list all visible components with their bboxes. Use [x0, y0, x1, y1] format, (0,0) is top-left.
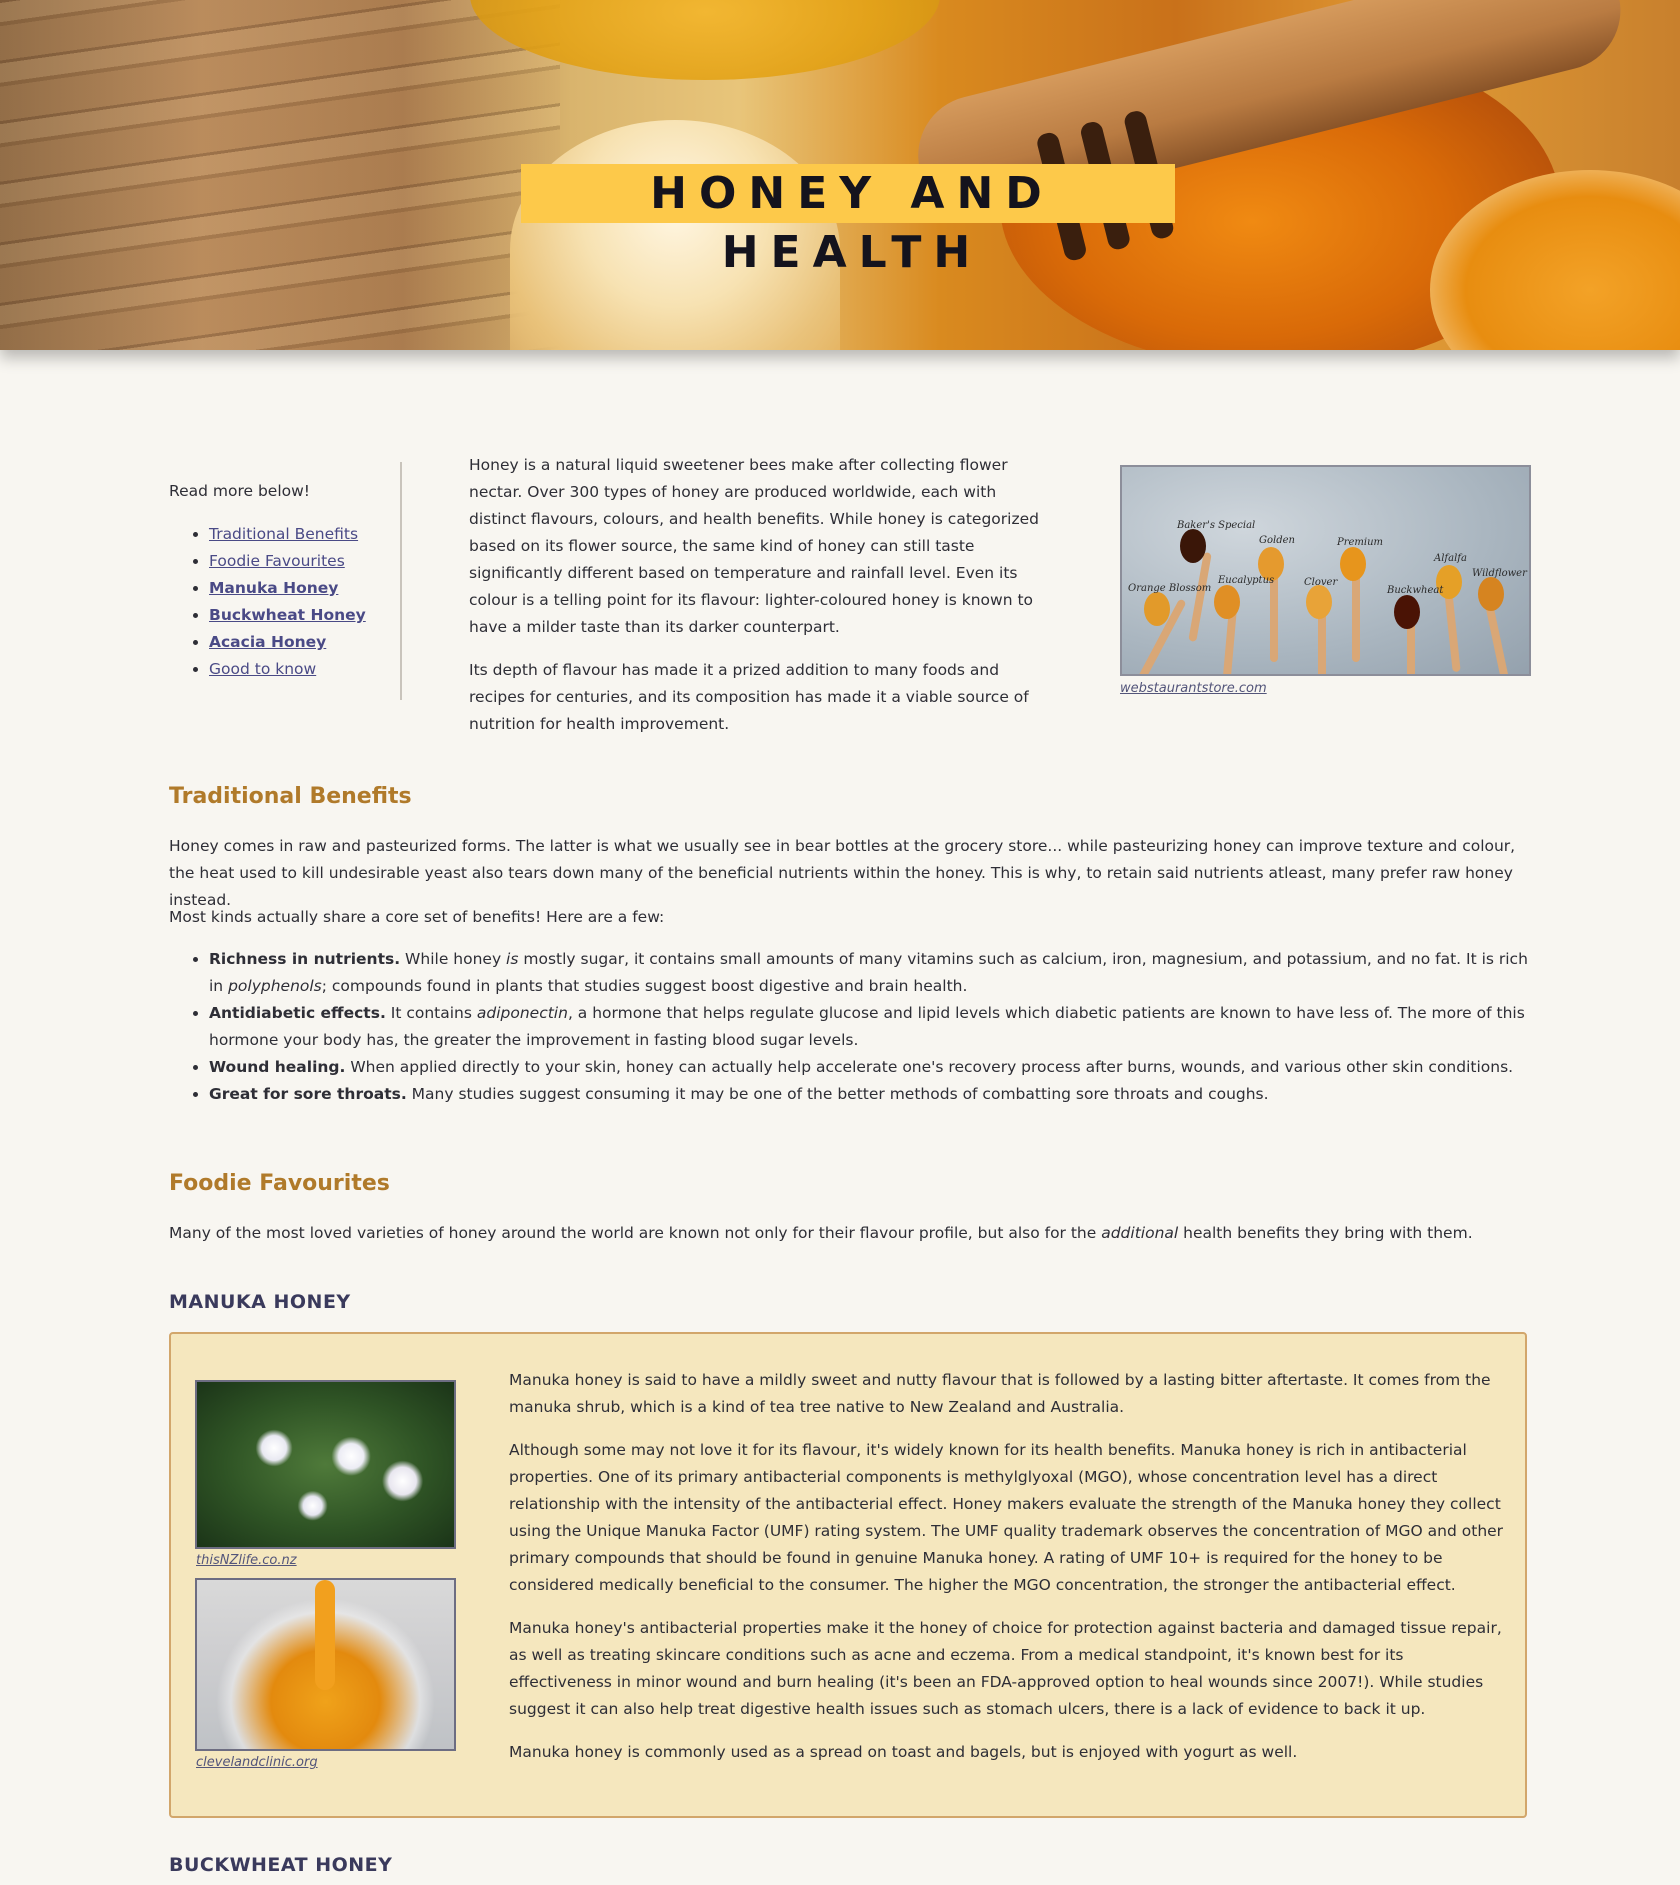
foodie-emphasis: additional — [1101, 1224, 1179, 1242]
spoon-label: Baker's Special — [1177, 520, 1256, 531]
manuka-text: Manuka honey is said to have a mildly sw… — [509, 1367, 1504, 1782]
spoon-label: Buckwheat — [1387, 585, 1444, 596]
list-item: Antidiabetic effects. It contains adipon… — [209, 1000, 1529, 1054]
benefit-emphasis: adiponectin — [476, 1004, 568, 1022]
spoon-label: Premium — [1337, 537, 1384, 548]
spoon-label: Orange Blossom — [1128, 583, 1212, 594]
spoon-label: Alfalfa — [1434, 553, 1467, 564]
benefits-list: Richness in nutrients. While honey is mo… — [169, 946, 1529, 1108]
intro-paragraph: Honey is a natural liquid sweetener bees… — [469, 456, 1039, 636]
credit-link-webstaurantstore[interactable]: webstaurantstore.com — [1120, 681, 1267, 696]
toc-link-foodie-favourites[interactable]: Foodie Favourites — [209, 552, 345, 570]
foodie-paragraph: Many of the most loved varieties of hone… — [169, 1220, 1529, 1247]
foodie-text: Many of the most loved varieties of hone… — [169, 1224, 1102, 1242]
toc-item: Manuka Honey — [209, 575, 389, 602]
manuka-paragraph: Manuka honey is said to have a mildly sw… — [509, 1371, 1491, 1416]
toc-link-acacia-honey[interactable]: Acacia Honey — [209, 633, 326, 651]
list-item: Wound healing. When applied directly to … — [209, 1054, 1529, 1081]
benefit-title: Antidiabetic effects. — [209, 1004, 386, 1022]
credit-link-clevelandclinic[interactable]: clevelandclinic.org — [196, 1755, 318, 1770]
toc-link-manuka-honey[interactable]: Manuka Honey — [209, 579, 338, 597]
subheading-buckwheat-honey: BUCKWHEAT HONEY — [169, 1854, 393, 1876]
toc-divider — [400, 462, 402, 700]
honey-stream — [315, 1580, 335, 1690]
traditional-paragraph: Most kinds actually share a core set of … — [169, 908, 665, 926]
toc-link-buckwheat-honey[interactable]: Buckwheat Honey — [209, 606, 366, 624]
spoon-label: Wildflower — [1472, 568, 1527, 579]
spoon-label: Eucalyptus — [1218, 575, 1275, 586]
section-heading-traditional-benefits: Traditional Benefits — [169, 784, 412, 809]
benefit-text: When applied directly to your skin, hone… — [345, 1058, 1514, 1076]
toc-link-traditional-benefits[interactable]: Traditional Benefits — [209, 525, 358, 543]
toc-item: Traditional Benefits — [209, 521, 389, 548]
honey-bowl-image — [195, 1578, 456, 1751]
section-heading-foodie-favourites: Foodie Favourites — [169, 1171, 390, 1196]
toc-item: Good to know — [209, 656, 389, 683]
benefit-title: Great for sore throats. — [209, 1085, 407, 1103]
manuka-flowers-image — [195, 1380, 456, 1549]
benefit-text: While honey — [400, 950, 507, 968]
honey-spoons-image: Orange Blossom Baker's Special Eucalyptu… — [1120, 465, 1531, 676]
benefit-text: Many studies suggest consuming it may be… — [406, 1085, 1269, 1103]
image-credit: webstaurantstore.com — [1120, 678, 1531, 700]
toc-item: Foodie Favourites — [209, 548, 389, 575]
benefit-text: ; compounds found in plants that studies… — [321, 977, 968, 995]
traditional-paragraph: Honey comes in raw and pasteurized forms… — [169, 837, 1516, 909]
benefit-title: Wound healing. — [209, 1058, 346, 1076]
toc-list: Traditional Benefits Foodie Favourites M… — [169, 521, 389, 683]
intro-paragraph: Its depth of flavour has made it a prize… — [469, 661, 1029, 733]
benefit-emphasis: polyphenols — [228, 977, 322, 995]
image-credit: thisNZlife.co.nz — [196, 1551, 297, 1571]
table-of-contents: Read more below! Traditional Benefits Fo… — [169, 478, 389, 683]
list-item: Richness in nutrients. While honey is mo… — [209, 946, 1529, 1000]
toc-link-good-to-know[interactable]: Good to know — [209, 660, 316, 678]
benefit-emphasis: is — [506, 950, 519, 968]
spoon-label: Golden — [1259, 535, 1295, 546]
toc-item: Buckwheat Honey — [209, 602, 389, 629]
spoon-label: Clover — [1304, 577, 1338, 588]
honey-spoons-figure: Orange Blossom Baker's Special Eucalyptu… — [1120, 465, 1531, 700]
list-item: Great for sore throats. Many studies sug… — [209, 1081, 1529, 1108]
manuka-paragraph: Manuka honey is commonly used as a sprea… — [509, 1743, 1298, 1761]
subheading-manuka-honey: MANUKA HONEY — [169, 1291, 351, 1313]
benefit-text: It contains — [385, 1004, 477, 1022]
toc-item: Acacia Honey — [209, 629, 389, 656]
manuka-paragraph: Although some may not love it for its fl… — [509, 1441, 1504, 1594]
foodie-text: health benefits they bring with them. — [1178, 1224, 1473, 1242]
manuka-paragraph: Manuka honey's antibacterial properties … — [509, 1619, 1502, 1718]
toc-lead: Read more below! — [169, 482, 311, 500]
page-title: HONEY AND HEALTH — [521, 164, 1175, 278]
credit-link-thisnzlife[interactable]: thisNZlife.co.nz — [196, 1553, 297, 1568]
benefit-title: Richness in nutrients. — [209, 950, 401, 968]
intro-text: Honey is a natural liquid sweetener bees… — [469, 452, 1055, 754]
wood-background — [0, 0, 560, 350]
image-credit: clevelandclinic.org — [196, 1753, 318, 1773]
hero-banner: HONEY AND HEALTH — [0, 0, 1680, 350]
